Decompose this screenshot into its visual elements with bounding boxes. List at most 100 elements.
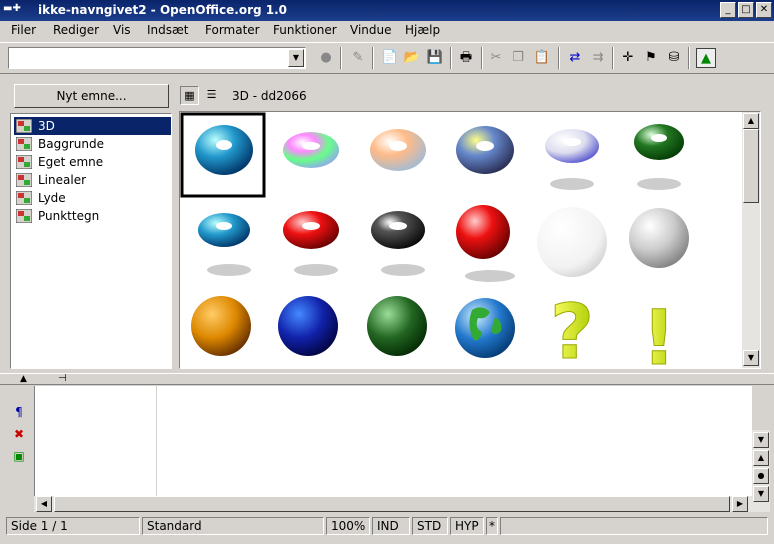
view-mode-toolbar: ▦ ☰ — [180, 86, 222, 106]
scroll-thumb[interactable] — [54, 496, 730, 512]
next-page-button[interactable]: ▼ — [753, 486, 769, 502]
theme-label: Eget emne — [38, 155, 104, 169]
gallery-item-donut-blue — [195, 125, 253, 175]
data-sources-icon[interactable]: ⛁ — [664, 48, 684, 68]
scroll-right-button[interactable]: ▶ — [732, 496, 748, 512]
navigator-icon[interactable]: ✛ — [618, 48, 638, 68]
theme-item-punkttegn[interactable]: Punkttegn — [14, 207, 171, 225]
copy-icon[interactable]: ❐ — [508, 48, 528, 68]
toolbar-separator — [340, 47, 342, 69]
menu-help[interactable]: Hjælp — [405, 23, 440, 37]
modified-indicator: * — [486, 517, 498, 535]
open-folder-icon[interactable]: 📂 — [402, 48, 422, 68]
scroll-left-button[interactable]: ◀ — [36, 496, 52, 512]
gallery-thumbnails: ? ! — [180, 112, 689, 368]
gallery-theme-icon — [16, 191, 32, 205]
menu-edit[interactable]: Rediger — [53, 23, 99, 37]
gallery-item-sphere-moss — [367, 296, 427, 356]
hyperlink-mode[interactable]: HYP — [450, 517, 484, 535]
scroll-up-button[interactable]: ▲ — [743, 113, 759, 129]
gallery-icon[interactable]: ▲ — [696, 48, 716, 68]
document-horizontal-scrollbar[interactable]: ◀ ▶ — [34, 496, 752, 512]
svg-text:?: ? — [550, 287, 594, 368]
theme-item-eget-emne[interactable]: Eget emne — [14, 153, 171, 171]
theme-label: Punkttegn — [38, 209, 100, 223]
gallery-item-sphere-red — [456, 205, 515, 282]
save-icon[interactable]: 💾 — [425, 48, 445, 68]
theme-list: 3D Baggrunde Eget emne Linealer Lyde Pun… — [10, 113, 172, 369]
toolbar-separator — [688, 47, 690, 69]
page-margin-line — [156, 386, 157, 496]
svg-text:!: ! — [642, 293, 677, 368]
close-button[interactable]: ✕ — [756, 2, 772, 18]
icon-view-icon[interactable]: ▦ — [180, 86, 199, 105]
theme-item-linealer[interactable]: Linealer — [14, 171, 171, 189]
gallery-item-grid: ? ! ▲ ▼ — [179, 111, 761, 369]
menu-file[interactable]: Filer — [11, 23, 36, 37]
window-title: ikke-navngivet2 - OpenOffice.org 1.0 — [38, 3, 288, 17]
theme-label: Linealer — [38, 173, 87, 187]
gallery-theme-title: 3D - dd2066 — [232, 89, 307, 103]
scroll-down-button[interactable]: ▼ — [743, 350, 759, 366]
cut-icon[interactable]: ✂ — [486, 48, 506, 68]
print-icon[interactable]: 🖶 — [456, 48, 476, 68]
gallery-item-donut-red — [283, 211, 339, 276]
new-theme-button[interactable]: Nyt emne... — [14, 84, 169, 108]
edit-file-icon[interactable]: ✎ — [348, 48, 368, 68]
theme-item-baggrunde[interactable]: Baggrunde — [14, 135, 171, 153]
toolbar-separator — [372, 47, 374, 69]
menu-view[interactable]: Vis — [113, 23, 131, 37]
gallery-item-donut-blue-shadow — [198, 213, 251, 276]
document-vertical-scrollbar[interactable]: ▼ ▲ ● ▼ — [752, 430, 770, 512]
redo-icon[interactable]: ⇉ — [588, 48, 608, 68]
delete-icon[interactable]: ✖ — [10, 427, 28, 445]
insert-mode[interactable]: IND — [372, 517, 410, 535]
menu-tools[interactable]: Funktioner — [273, 23, 337, 37]
gallery-item-sphere-wood — [191, 296, 251, 356]
theme-item-lyde[interactable]: Lyde — [14, 189, 171, 207]
insert-image-icon[interactable]: ▣ — [10, 449, 28, 467]
gallery-item-donut-metal — [456, 126, 514, 174]
window-menu-icon[interactable]: ▬✚ — [3, 3, 33, 17]
minimize-button[interactable]: _ — [720, 2, 736, 18]
formatting-marks-icon[interactable]: ¶ — [10, 405, 28, 423]
gallery-theme-icon — [16, 119, 32, 133]
theme-item-3d[interactable]: 3D — [14, 117, 171, 135]
scroll-thumb[interactable] — [743, 129, 759, 203]
scroll-down-button[interactable]: ▼ — [753, 432, 769, 448]
gallery-item-donut-rainbow — [283, 132, 339, 168]
status-info — [500, 517, 768, 535]
navigation-button[interactable]: ● — [753, 468, 769, 484]
pin-icon[interactable]: ⊣ — [58, 373, 67, 384]
zoom-level[interactable]: 100% — [326, 517, 370, 535]
url-combobox[interactable]: ▼ — [8, 47, 306, 69]
new-document-icon[interactable]: 📄 — [380, 48, 400, 68]
previous-page-button[interactable]: ▲ — [753, 450, 769, 466]
menu-bar: Filer Rediger Vis Indsæt Formater Funkti… — [0, 21, 774, 41]
gallery-splitter[interactable]: ▲ ⊣ — [0, 373, 774, 385]
gallery-vertical-scrollbar[interactable]: ▲ ▼ — [742, 112, 760, 368]
selection-mode[interactable]: STD — [412, 517, 448, 535]
menu-format[interactable]: Formater — [205, 23, 260, 37]
main-toolbar: ¶ ✖ ▣ — [0, 385, 34, 515]
undo-icon[interactable]: ⇄ — [565, 48, 585, 68]
theme-label: 3D — [38, 119, 55, 133]
stop-loading-icon[interactable]: ● — [316, 48, 336, 68]
stylist-icon[interactable]: ⚑ — [641, 48, 661, 68]
chevron-down-icon[interactable]: ▼ — [288, 49, 304, 67]
title-bar: ▬✚ ikke-navngivet2 - OpenOffice.org 1.0 … — [0, 0, 774, 21]
gallery-item-sphere-white — [537, 207, 607, 277]
page-indicator[interactable]: Side 1 / 1 — [6, 517, 140, 535]
gallery-item-sphere-gray — [629, 208, 689, 268]
gallery-item-donut-black — [371, 211, 425, 276]
gallery-item-sphere-navy — [278, 296, 338, 356]
paste-icon[interactable]: 📋 — [532, 48, 552, 68]
status-bar: Side 1 / 1 Standard 100% IND STD HYP * — [0, 515, 774, 537]
maximize-button[interactable]: □ — [738, 2, 754, 18]
document-canvas[interactable] — [34, 386, 752, 496]
menu-insert[interactable]: Indsæt — [147, 23, 189, 37]
detail-view-icon[interactable]: ☰ — [202, 86, 221, 105]
menu-window[interactable]: Vindue — [350, 23, 392, 37]
collapse-arrow-icon[interactable]: ▲ — [20, 374, 27, 384]
page-style[interactable]: Standard — [142, 517, 324, 535]
